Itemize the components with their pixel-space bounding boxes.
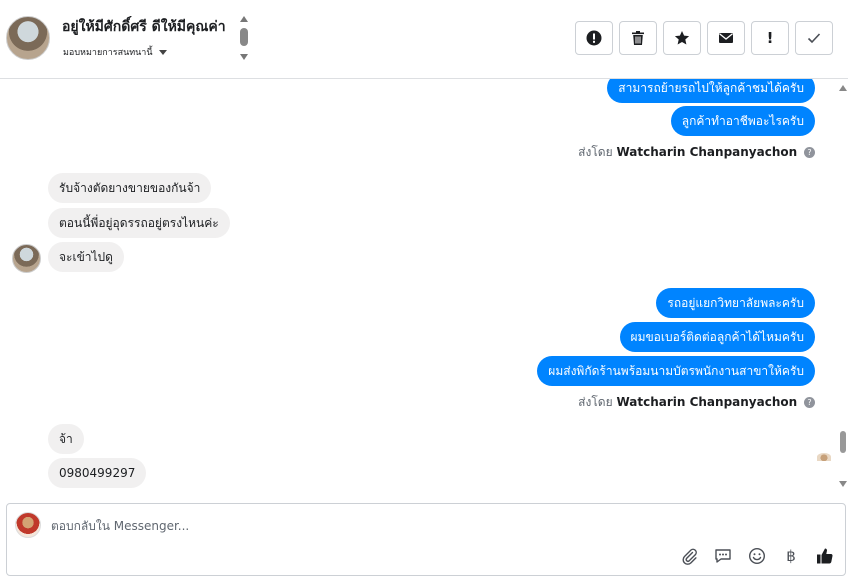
page-avatar [15, 512, 41, 538]
emoji-icon[interactable] [747, 546, 767, 566]
exclamation-icon: ! [766, 29, 774, 47]
conversation-toolbar: ! [575, 21, 833, 55]
message-bubble-incoming[interactable]: ตอนนี้พี่อยู่อุดรรถอยู่ตรงไหนค่ะ [48, 208, 230, 238]
scroll-down-icon[interactable] [839, 481, 847, 487]
payment-icon[interactable]: ฿ [781, 546, 801, 566]
alert-circle-icon [586, 30, 602, 46]
reply-composer: ฿ [6, 503, 846, 576]
sent-by-prefix: ส่งโดย [578, 145, 613, 159]
contact-name[interactable]: อยู่ให้มีศักดิ์ศรี ดีให้มีคุณค่า [62, 16, 226, 38]
checkmark-icon [807, 33, 821, 44]
star-button[interactable] [663, 21, 701, 55]
message-bubble-incoming[interactable]: จะเข้าไปดู [48, 242, 124, 272]
assign-conversation-dropdown[interactable]: มอบหมายการสนทนานี้ [63, 45, 167, 59]
scroll-up-icon[interactable] [240, 16, 248, 22]
mark-unread-button[interactable] [707, 21, 745, 55]
thread-scrollbar[interactable] [838, 79, 848, 503]
message-bubble-incoming[interactable]: 0980499297 [48, 458, 147, 488]
follow-up-button[interactable]: ! [751, 21, 789, 55]
trash-icon [632, 31, 644, 45]
seen-avatar-icon [817, 453, 831, 461]
mark-done-button[interactable] [795, 21, 833, 55]
message-thread[interactable]: สามารถย้ายรถไปให้ลูกค้าชมได้ครับ ลูกค้าท… [0, 79, 848, 503]
attachment-icon[interactable] [679, 546, 699, 566]
message-bubble-outgoing[interactable]: ผมขอเบอร์ติดต่อลูกค้าได้ไหมครับ [619, 322, 815, 352]
message-bubble-incoming[interactable]: รับจ้างตัดยางขายของกันจ้า [48, 173, 212, 203]
sender-name[interactable]: Watcharin Chanpanyachon [616, 145, 797, 159]
scroll-down-icon[interactable] [240, 54, 248, 60]
mark-spam-button[interactable] [575, 21, 613, 55]
assign-conversation-label: มอบหมายการสนทนานี้ [63, 48, 153, 58]
saved-replies-icon[interactable] [713, 546, 733, 566]
help-icon[interactable]: ? [804, 397, 815, 408]
star-icon [674, 31, 690, 45]
sent-by-label: ส่งโดย Watcharin Chanpanyachon ? [578, 393, 815, 412]
reply-input[interactable] [51, 516, 651, 536]
header-scrollbar[interactable] [240, 16, 248, 62]
delete-button[interactable] [619, 21, 657, 55]
message-bubble-outgoing[interactable]: ลูกค้าทำอาชีพอะไรครับ [670, 106, 815, 136]
like-icon[interactable] [815, 546, 835, 566]
scrollbar-thumb[interactable] [840, 431, 846, 453]
sender-name[interactable]: Watcharin Chanpanyachon [616, 395, 797, 409]
contact-avatar-small [12, 244, 41, 273]
composer-actions: ฿ [679, 546, 835, 566]
message-bubble-incoming[interactable]: จ้า [48, 424, 84, 454]
scrollbar-thumb[interactable] [240, 28, 248, 46]
sent-by-prefix: ส่งโดย [578, 395, 613, 409]
message-bubble-outgoing[interactable]: สามารถย้ายรถไปให้ลูกค้าชมได้ครับ [607, 79, 815, 103]
scroll-up-icon[interactable] [839, 85, 847, 91]
help-icon[interactable]: ? [804, 147, 815, 158]
caret-down-icon [158, 50, 167, 55]
message-bubble-outgoing[interactable]: ผมส่งพิกัดร้านพร้อมนามบัตรพนักงานสาขาให้… [537, 356, 815, 386]
envelope-icon [719, 33, 733, 43]
sent-by-label: ส่งโดย Watcharin Chanpanyachon ? [578, 143, 815, 162]
contact-avatar[interactable] [6, 16, 50, 60]
message-bubble-outgoing[interactable]: รถอยู่แยกวิทยาลัยพละครับ [656, 288, 815, 318]
conversation-header: อยู่ให้มีศักดิ์ศรี ดีให้มีคุณค่า มอบหมาย… [0, 0, 848, 79]
